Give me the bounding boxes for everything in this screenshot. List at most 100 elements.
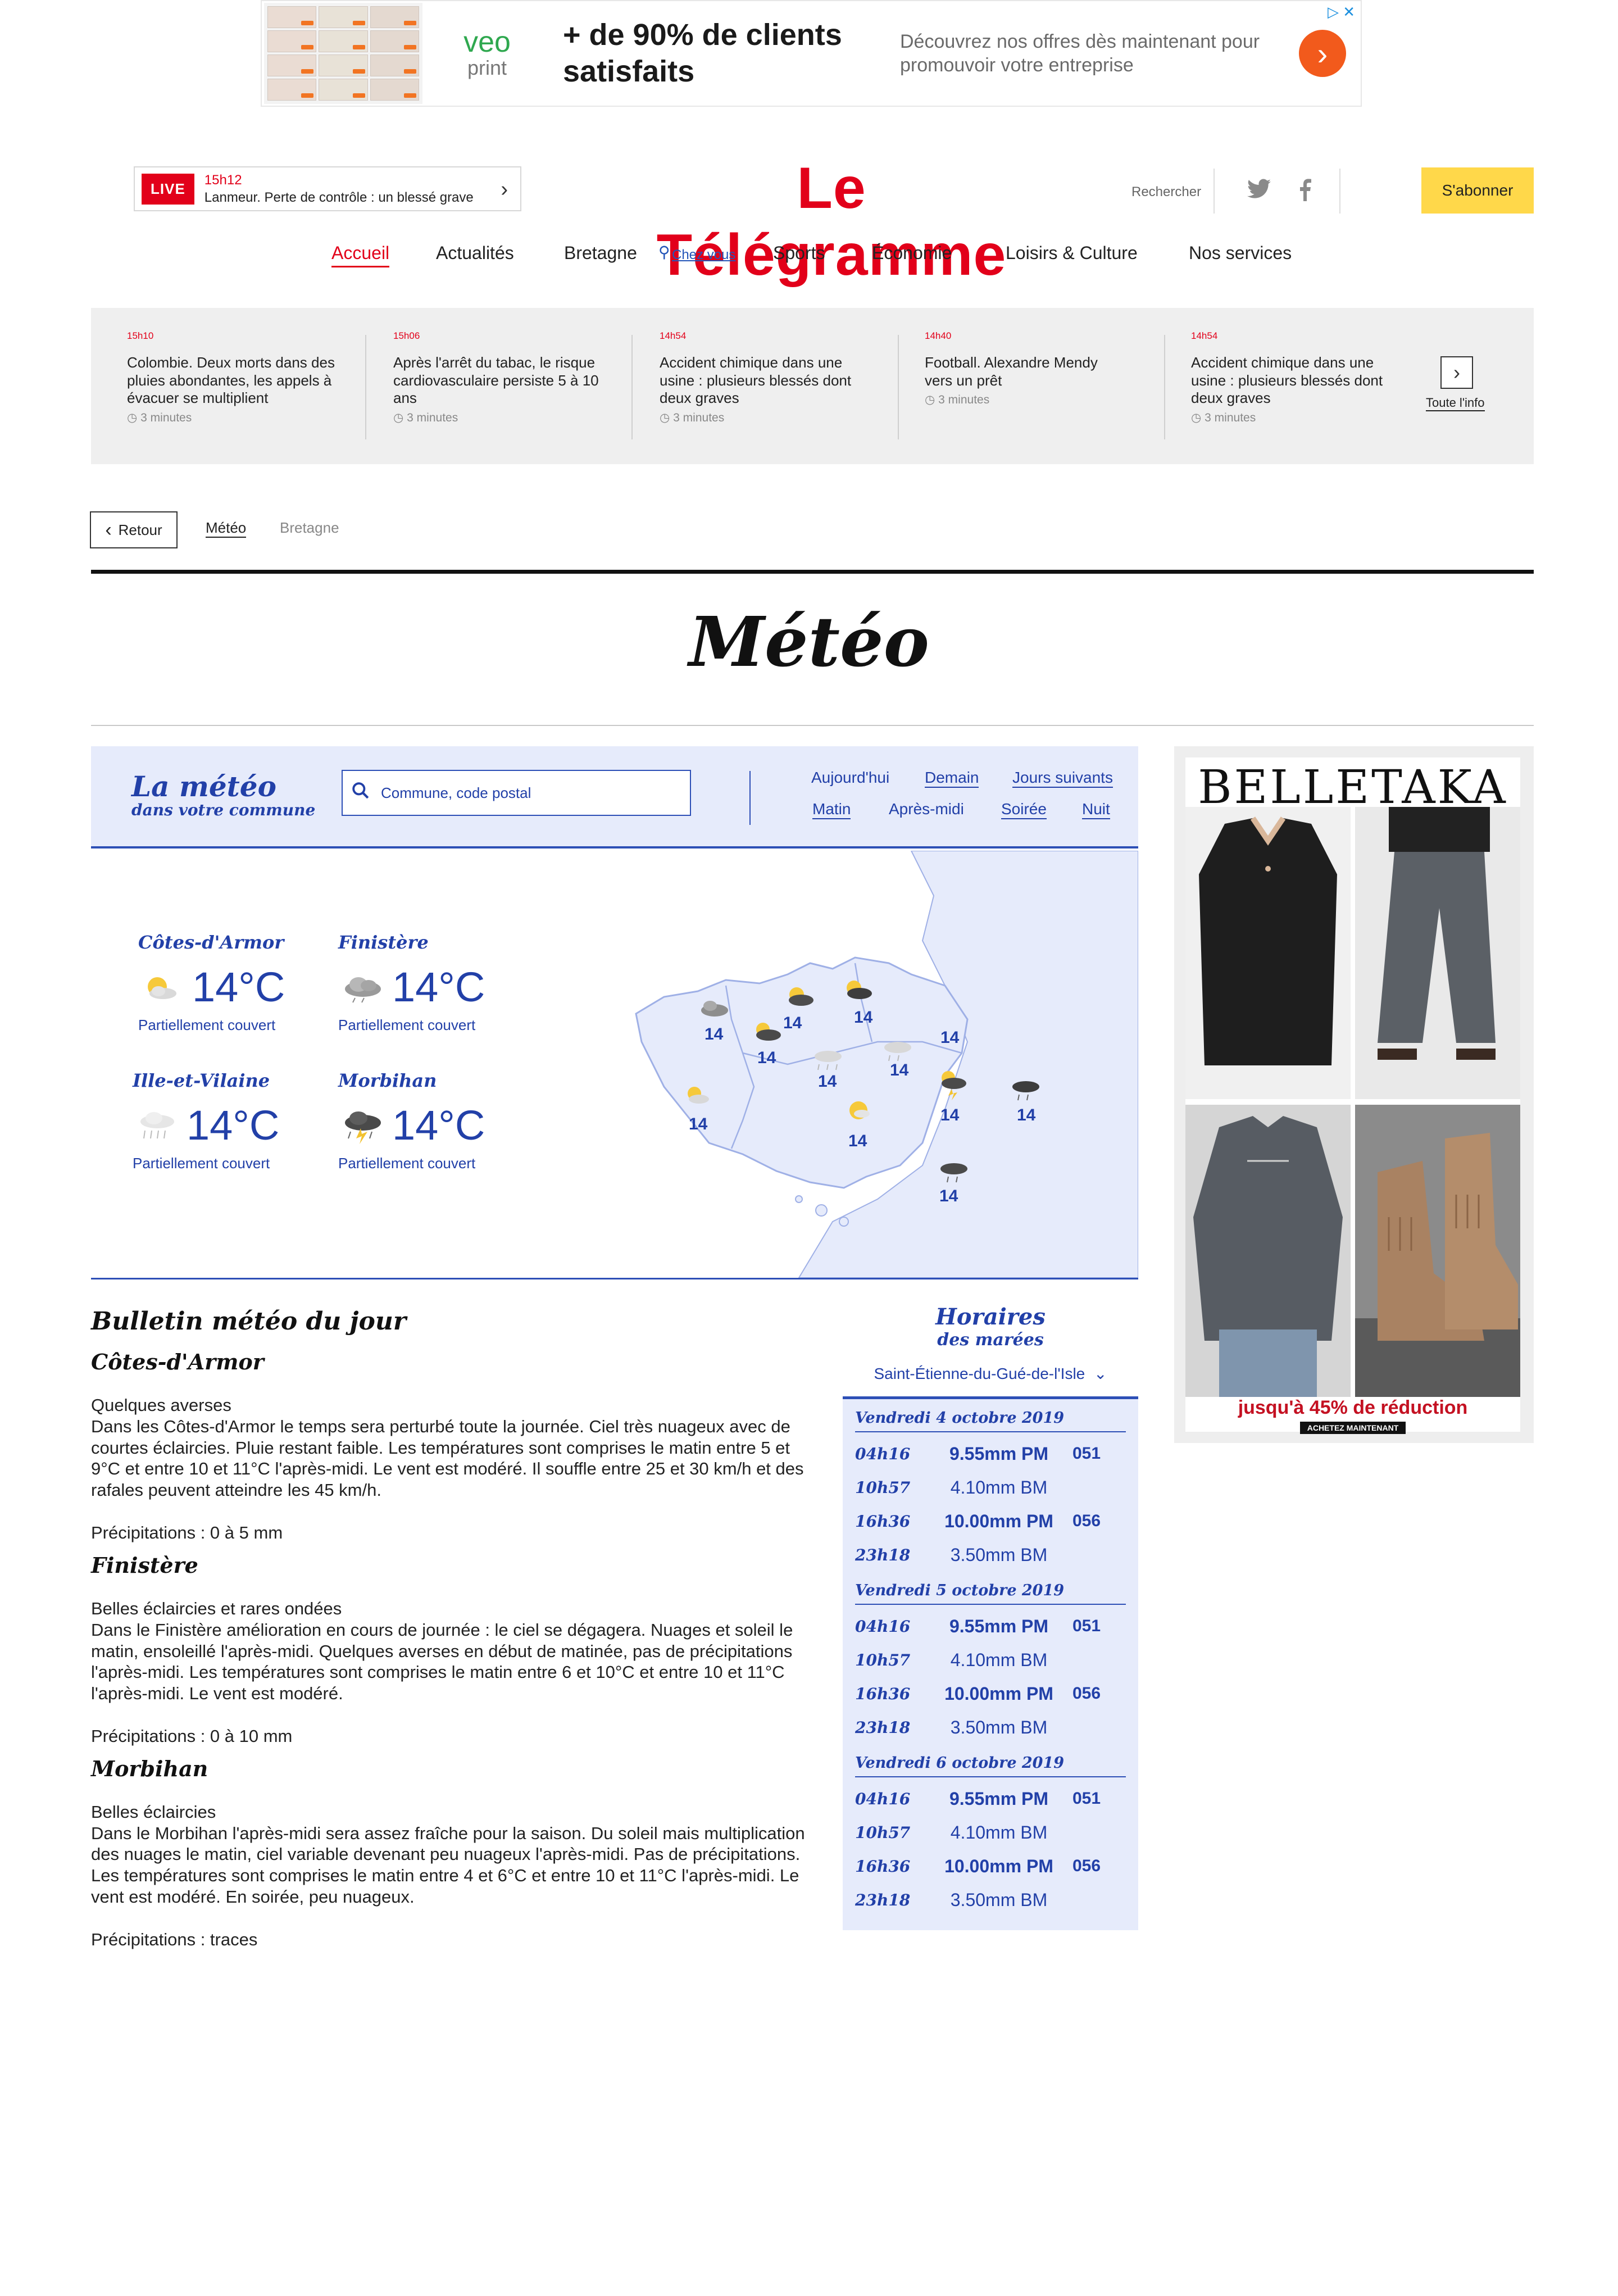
- news-title[interactable]: Accident chimique dans une usine : plusi…: [660, 354, 873, 407]
- department-description: Partiellement couvert: [138, 1017, 276, 1033]
- day-tab-next-days[interactable]: Jours suivants: [1012, 769, 1113, 788]
- nav-item-accueil[interactable]: Accueil: [331, 243, 390, 267]
- day-tab-tomorrow[interactable]: Demain: [925, 769, 979, 788]
- tide-coefficient: 051: [1072, 1444, 1101, 1463]
- nav-item-economie[interactable]: Économie: [872, 243, 952, 264]
- department-cotes-darmor[interactable]: Côtes-d'Armor 14°C Partiellement couvert: [138, 932, 285, 1034]
- tide-height: 3.50mm BM: [950, 1544, 1048, 1565]
- tide-time: 04h16: [855, 1789, 911, 1808]
- news-title[interactable]: Football. Alexandre Mendy vers un prêt: [925, 354, 1116, 389]
- map-temp: 14: [689, 1115, 708, 1133]
- ad-headline: + de 90% de clients satisfaits: [563, 18, 842, 88]
- side-ad-cta-button[interactable]: ACHETEZ MAINTENANT: [1300, 1422, 1406, 1434]
- tide-row: 16h36 10.00mm PM 056: [855, 1677, 1126, 1710]
- bulletin-text: Dans le Morbihan l'après-midi sera assez…: [91, 1823, 805, 1907]
- weather-map-area: Côtes-d'Armor 14°C Partiellement couvert…: [91, 851, 1138, 1278]
- ad-product-image-blouse[interactable]: [1185, 807, 1351, 1099]
- tide-row: 16h36 10.00mm PM 056: [855, 1504, 1126, 1538]
- side-ad-content[interactable]: BELLETAKA jusqu'à 45% de réduction ACHET…: [1185, 757, 1520, 1434]
- ad-arrow-button[interactable]: ›: [1299, 30, 1346, 77]
- ad-product-image-trousers[interactable]: [1355, 807, 1520, 1099]
- tides-location-select[interactable]: Saint-Étienne-du-Gué-de-l'Isle ⌄: [843, 1364, 1138, 1383]
- period-tab-evening[interactable]: Soirée: [1001, 800, 1047, 819]
- nav-item-loisirs-culture[interactable]: Loisirs & Culture: [1006, 243, 1138, 264]
- tide-row: 04h16 9.55mm PM 051: [855, 1609, 1126, 1643]
- back-button[interactable]: ‹ Retour: [90, 511, 178, 548]
- subscribe-button[interactable]: S'abonner: [1421, 167, 1534, 214]
- weather-bar-title: La météo dans votre commune: [131, 770, 315, 819]
- ad-thumb: [267, 6, 317, 28]
- breadcrumb-meteo[interactable]: Météo: [206, 519, 247, 538]
- commune-search-box[interactable]: [342, 770, 691, 816]
- tides-title-small: des marées: [937, 1330, 1044, 1350]
- nav-item-chez-vous[interactable]: Chez vous: [672, 247, 735, 263]
- news-read-time: ◷ 3 minutes: [393, 411, 458, 425]
- ad-choices-icon[interactable]: ▷ ✕: [1328, 3, 1355, 21]
- news-card[interactable]: 14h40 Football. Alexandre Mendy vers un …: [925, 330, 1116, 407]
- tide-time: 16h36: [855, 1684, 911, 1703]
- news-title[interactable]: Colombie. Deux morts dans des pluies abo…: [127, 354, 340, 407]
- day-tab-today[interactable]: Aujourd'hui: [811, 769, 889, 787]
- weather-bulletin: Bulletin météo du jour Côtes-d'Armor Que…: [91, 1304, 810, 1950]
- bulletin-section-title: Finistère: [91, 1552, 198, 1578]
- nav-item-bretagne[interactable]: Bretagne: [564, 243, 637, 264]
- tide-row: 23h18 3.50mm BM: [855, 1538, 1126, 1572]
- tide-time: 23h18: [855, 1545, 911, 1564]
- news-read-time: ◷ 3 minutes: [127, 411, 192, 425]
- bulletin-title: Bulletin météo du jour: [91, 1307, 406, 1336]
- tide-coefficient: 056: [1072, 1684, 1101, 1703]
- brittany-map[interactable]: 14 14 14 14 14 14 14 14 14 14 14 14: [630, 851, 1138, 1278]
- nav-item-nos-services[interactable]: Nos services: [1189, 243, 1292, 264]
- tide-row: 10h57 4.10mm BM: [855, 1643, 1126, 1677]
- news-title[interactable]: Après l'arrêt du tabac, le risque cardio…: [393, 354, 607, 407]
- facebook-icon[interactable]: [1299, 179, 1311, 207]
- department-morbihan[interactable]: Morbihan 14°C Partiellement couvert: [338, 1070, 485, 1172]
- news-card[interactable]: 15h10 Colombie. Deux morts dans des plui…: [127, 330, 340, 425]
- live-headline[interactable]: Lanmeur. Perte de contrôle : un blessé g…: [204, 189, 485, 206]
- search-link[interactable]: Rechercher: [1131, 184, 1201, 200]
- commune-search-input[interactable]: [380, 783, 661, 802]
- breadcrumb-bretagne[interactable]: Bretagne: [280, 519, 339, 537]
- all-news-link[interactable]: Toute l'info: [1426, 396, 1485, 411]
- map-weather-marker[interactable]: 14: [940, 1028, 960, 1047]
- tide-time: 10h57: [855, 1650, 911, 1669]
- chevron-right-icon[interactable]: ›: [1440, 356, 1473, 389]
- department-ille-et-vilaine[interactable]: Ille-et-Vilaine 14°C Partiellement couve…: [133, 1070, 279, 1172]
- tide-coefficient: 051: [1072, 1789, 1101, 1808]
- ad-thumb: [319, 79, 368, 101]
- bulletin-summary: Belles éclaircies et rares ondées: [91, 1598, 342, 1618]
- tide-coefficient: 056: [1072, 1857, 1101, 1875]
- news-card[interactable]: 14h54 Accident chimique dans une usine :…: [660, 330, 873, 425]
- chevron-right-icon[interactable]: ›: [501, 178, 508, 202]
- period-tab-afternoon[interactable]: Après-midi: [889, 800, 964, 818]
- map-temp: 14: [890, 1061, 909, 1079]
- page-title: Météo: [688, 601, 929, 682]
- department-temperature: 14°C: [392, 964, 485, 1010]
- twitter-icon[interactable]: [1247, 179, 1271, 205]
- news-time: 14h54: [1191, 330, 1218, 341]
- period-tab-morning[interactable]: Matin: [812, 800, 851, 819]
- ad-product-image-boots[interactable]: [1355, 1105, 1520, 1397]
- top-ad-banner[interactable]: veo print + de 90% de clients satisfaits…: [261, 0, 1362, 107]
- news-title[interactable]: Accident chimique dans une usine : plusi…: [1191, 354, 1405, 407]
- ad-product-image-top[interactable]: [1185, 1105, 1351, 1397]
- news-time: 15h06: [393, 330, 420, 341]
- tides-widget: Horaires des marées Saint-Étienne-du-Gué…: [843, 1304, 1138, 1930]
- tide-time: 04h16: [855, 1617, 911, 1636]
- nav-item-actualites[interactable]: Actualités: [436, 243, 514, 264]
- ad-thumb: [319, 55, 368, 76]
- side-ad[interactable]: BELLETAKA jusqu'à 45% de réduction ACHET…: [1174, 746, 1534, 1443]
- live-ticker[interactable]: LIVE 15h12 Lanmeur. Perte de contrôle : …: [134, 166, 521, 211]
- news-card[interactable]: 15h06 Après l'arrêt du tabac, le risque …: [393, 330, 607, 425]
- tide-row: 16h36 10.00mm PM 056: [855, 1849, 1126, 1883]
- map-temp: 14: [1017, 1106, 1036, 1124]
- period-tab-night[interactable]: Nuit: [1082, 800, 1110, 819]
- news-card[interactable]: 14h54 Accident chimique dans une usine :…: [1191, 330, 1405, 425]
- department-finistere[interactable]: Finistère 14°C Partiellement couvert: [338, 932, 485, 1034]
- live-badge: LIVE: [142, 173, 194, 205]
- bulletin-section-title: Morbihan: [91, 1755, 208, 1781]
- bulletin-precip: Précipitations : 0 à 10 mm: [91, 1726, 293, 1746]
- ad-thumb: [267, 55, 317, 76]
- cloud-icon: [338, 968, 387, 1007]
- nav-item-sports[interactable]: Sports: [773, 243, 825, 264]
